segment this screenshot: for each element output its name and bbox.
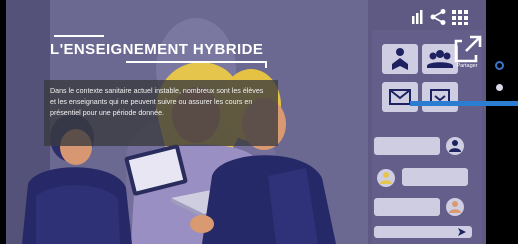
chat-bubble [374,198,440,216]
nav-dot-2[interactable] [496,84,503,91]
title-decoration-line [126,61,266,63]
slide-title-block: L'ENSEIGNEMENT HYBRIDE [46,34,276,70]
slide-description: Dans le contexte sanitaire actuel instab… [50,87,264,117]
share-icon [430,9,446,25]
phone-status-icons [412,9,468,25]
message-input[interactable] [374,226,472,238]
chat-bubble [374,137,440,155]
grid-icon [452,10,468,25]
tile-inbox[interactable] [422,82,458,112]
title-decoration-line [54,35,104,37]
description-panel: Dans le contexte sanitaire actuel instab… [44,80,278,146]
share-button[interactable]: Partager [448,33,486,73]
nav-dot-1[interactable] [495,61,504,70]
chat-bubble [402,168,468,186]
accent-bar [410,101,518,106]
signal-bars-icon [412,10,423,24]
share-external-icon [454,35,482,63]
share-label: Partager [456,63,478,69]
slide: L'ENSEIGNEMENT HYBRIDE Dans le contexte … [6,0,486,244]
slide-title: L'ENSEIGNEMENT HYBRIDE [50,41,264,58]
slide-viewer: L'ENSEIGNEMENT HYBRIDE Dans le contexte … [0,0,518,244]
title-decoration-tick [265,61,267,68]
